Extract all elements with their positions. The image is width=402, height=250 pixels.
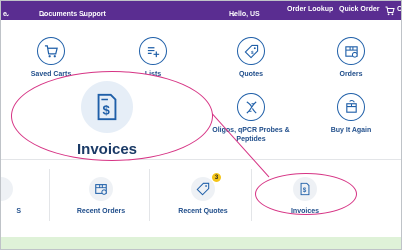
dna-icon — [237, 93, 265, 121]
nav-order-lookup[interactable]: Order Lookup — [287, 6, 333, 13]
svg-text:$: $ — [103, 103, 111, 118]
divider — [251, 169, 252, 221]
cart-icon[interactable] — [385, 6, 395, 16]
list-add-icon — [139, 37, 167, 65]
chevron-down-icon: ⌄ — [5, 12, 11, 18]
tile-quotes[interactable]: $ Quotes — [219, 37, 283, 79]
callout-label: Invoices — [76, 141, 138, 158]
orders-box-icon — [337, 37, 365, 65]
orders-box-icon — [89, 177, 113, 201]
cart-icon — [37, 37, 65, 65]
tile-label: Quotes — [238, 71, 264, 78]
reorder-box-icon — [337, 93, 365, 121]
count-badge: 3 — [212, 173, 221, 182]
tile-label: Buy It Again — [330, 127, 372, 134]
chevron-down-icon: ⌄ — [231, 12, 237, 18]
bottom-recent-orders[interactable]: Recent Orders — [69, 177, 133, 216]
price-tag-icon: 3 — [191, 173, 221, 201]
tile-oligos[interactable]: Oligos, qPCR Probes & Peptides — [209, 93, 293, 144]
divider — [49, 169, 50, 221]
price-tag-icon: $ — [237, 37, 265, 65]
bottom-recent-quotes[interactable]: 3 Recent Quotes — [171, 173, 235, 216]
nav-cart-label[interactable]: C — [397, 6, 401, 13]
invoice-icon: $ — [81, 81, 133, 133]
partial-icon — [1, 177, 13, 201]
tile-label: S — [16, 208, 21, 215]
app-window: e ⌄ Documents ⌄ Support ⌄ Hello, US ⌄ Order … — [0, 0, 402, 250]
nav-quick-order[interactable]: Quick Order — [339, 6, 379, 13]
tile-label: Recent Quotes — [178, 208, 228, 215]
footer-strip — [1, 237, 401, 249]
tile-orders[interactable]: Orders — [319, 37, 383, 79]
tile-label: Orders — [339, 71, 363, 78]
highlight-ellipse — [255, 173, 357, 215]
top-nav-bar: e ⌄ Documents ⌄ Support ⌄ Hello, US ⌄ Order … — [1, 1, 401, 20]
bottom-item-truncated[interactable]: S — [1, 177, 21, 216]
tile-label: Recent Orders — [76, 208, 126, 215]
tile-buy-it-again[interactable]: Buy It Again — [319, 93, 383, 135]
chevron-down-icon: ⌄ — [81, 12, 87, 18]
tile-label: Oligos, qPCR Probes & Peptides — [212, 127, 290, 143]
tile-saved-carts[interactable]: Saved Carts — [19, 37, 83, 79]
chevron-down-icon: ⌄ — [41, 12, 47, 18]
svg-text:$: $ — [251, 49, 254, 54]
divider — [149, 169, 150, 221]
